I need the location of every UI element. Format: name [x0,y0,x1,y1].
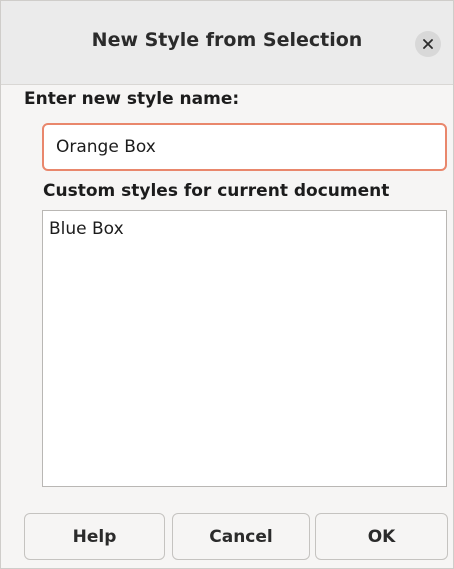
help-button[interactable]: Help [24,513,165,560]
style-name-input[interactable] [42,123,447,171]
custom-styles-list[interactable]: Blue Box [42,210,447,487]
custom-styles-label: Custom styles for current document [43,181,390,201]
ok-button[interactable]: OK [315,513,448,560]
close-button[interactable] [415,31,441,57]
style-name-label: Enter new style name: [24,89,240,109]
list-item[interactable]: Blue Box [43,211,446,239]
new-style-dialog: New Style from Selection Enter new style… [0,0,454,569]
dialog-titlebar[interactable]: New Style from Selection [1,1,453,85]
cancel-button[interactable]: Cancel [172,513,310,560]
close-icon [423,39,433,49]
dialog-title: New Style from Selection [91,29,363,51]
